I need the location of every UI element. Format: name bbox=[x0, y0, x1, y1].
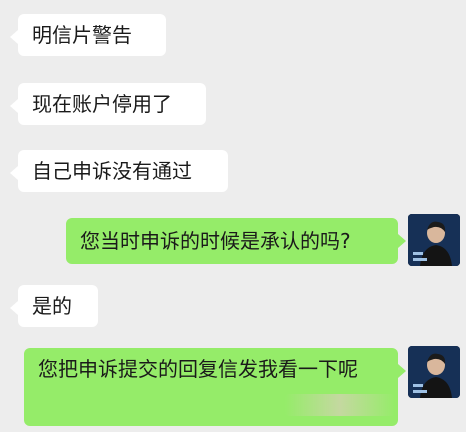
user-avatar-icon[interactable] bbox=[408, 214, 460, 266]
message-bubble-incoming[interactable]: 自己申诉没有通过 bbox=[10, 150, 228, 192]
message-bubble-outgoing[interactable]: 您当时申诉的时候是承认的吗? bbox=[66, 218, 406, 264]
message-bubble-incoming[interactable]: 是的 bbox=[10, 285, 98, 327]
user-avatar-icon[interactable] bbox=[408, 346, 460, 398]
message-bubble-incoming[interactable]: 明信片警告 bbox=[10, 14, 166, 56]
message-bubble-incoming[interactable]: 现在账户停用了 bbox=[10, 83, 206, 125]
watermark bbox=[285, 394, 395, 416]
chat-view: 明信片警告 现在账户停用了 自己申诉没有通过 您当时申诉的时候是承认的吗? 是的… bbox=[0, 0, 466, 432]
